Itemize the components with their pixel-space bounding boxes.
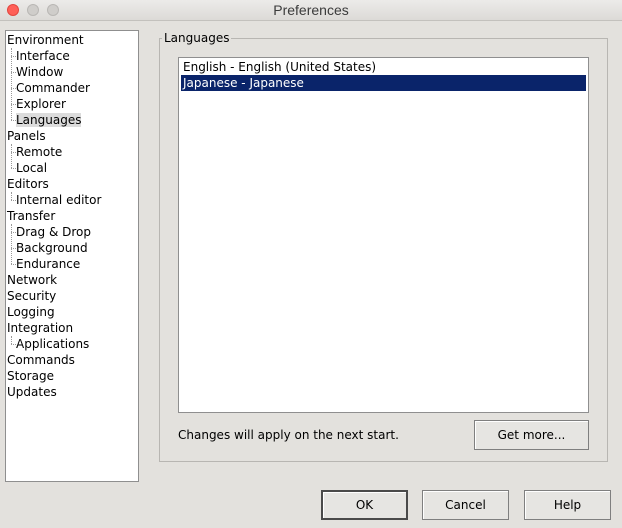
tree-item-drag-drop[interactable]: Drag & Drop	[11, 224, 91, 240]
tree-item-interface[interactable]: Interface	[11, 48, 70, 64]
tree-item-commander[interactable]: Commander	[11, 80, 90, 96]
tree-item-background[interactable]: Background	[11, 240, 88, 256]
tree-connector-tick	[11, 344, 16, 345]
tree-item-label: Environment	[7, 33, 84, 47]
tree-item-label: Security	[7, 289, 57, 303]
tree-item-label: Window	[16, 65, 64, 79]
title-bar[interactable]: Preferences	[0, 0, 622, 21]
tree-connector-line	[11, 144, 12, 168]
tree-connector-tick	[11, 200, 16, 201]
tree-item-updates[interactable]: Updates	[7, 384, 57, 400]
preferences-tree[interactable]: Environment Interface Window Commander Explo…	[5, 30, 139, 482]
tree-connector-tick	[11, 88, 16, 89]
tree-item-integration[interactable]: Integration	[7, 320, 73, 336]
tree-item-label: Transfer	[7, 209, 56, 223]
tree-connector-tick	[11, 152, 16, 153]
preferences-window: Preferences Environment Interface Window Co…	[0, 0, 622, 528]
cancel-button[interactable]: Cancel	[422, 490, 509, 520]
tree-item-explorer[interactable]: Explorer	[11, 96, 66, 112]
tree-item-label: Drag & Drop	[16, 225, 91, 239]
tree-item-label: Panels	[7, 129, 46, 143]
languages-list[interactable]: English - English (United States) Japanes…	[178, 57, 589, 413]
tree-connector-line	[11, 336, 12, 344]
tree-item-label: Commands	[7, 353, 75, 367]
tree-item-label: Commander	[16, 81, 90, 95]
tree-connector-tick	[11, 120, 16, 121]
tree-connector-tick	[11, 56, 16, 57]
tree-item-label: Editors	[7, 177, 49, 191]
tree-item-label: Logging	[7, 305, 55, 319]
tree-connector-line	[11, 192, 12, 200]
tree-item-remote[interactable]: Remote	[11, 144, 63, 160]
tree-item-label: Integration	[7, 321, 74, 335]
tree-connector-tick	[11, 168, 16, 169]
tree-item-label: Languages	[16, 113, 82, 127]
tree-item-label: Local	[16, 161, 48, 175]
languages-group-title: Languages	[162, 31, 232, 45]
tree-item-storage[interactable]: Storage	[7, 368, 54, 384]
tree-connector-tick	[11, 72, 16, 73]
tree-item-label: Endurance	[16, 257, 81, 271]
tree-item-applications[interactable]: Applications	[11, 336, 90, 352]
tree-connector-tick	[11, 104, 16, 105]
help-button[interactable]: Help	[524, 490, 611, 520]
tree-connector-tick	[11, 248, 16, 249]
get-more-button[interactable]: Get more...	[474, 420, 589, 450]
tree-item-label: Remote	[16, 145, 63, 159]
tree-connector-line	[11, 224, 12, 264]
tree-item-label: Updates	[7, 385, 57, 399]
tree-item-label: Background	[16, 241, 88, 255]
tree-item-internal-editor[interactable]: Internal editor	[11, 192, 102, 208]
tree-item-label: Storage	[7, 369, 54, 383]
tree-item-logging[interactable]: Logging	[7, 304, 55, 320]
tree-item-network[interactable]: Network	[7, 272, 57, 288]
window-title: Preferences	[273, 2, 349, 18]
tree-item-panels[interactable]: Panels	[7, 128, 46, 144]
tree-item-security[interactable]: Security	[7, 288, 56, 304]
tree-item-editors[interactable]: Editors	[7, 176, 49, 192]
language-list-item[interactable]: English - English (United States)	[181, 59, 586, 75]
tree-item-transfer[interactable]: Transfer	[7, 208, 55, 224]
tree-item-label: Applications	[16, 337, 90, 351]
tree-connector-tick	[11, 264, 16, 265]
tree-connector-tick	[11, 232, 16, 233]
tree-item-label: Interface	[16, 49, 70, 63]
tree-item-label: Internal editor	[16, 193, 102, 207]
ok-button[interactable]: OK	[321, 490, 408, 520]
language-list-item[interactable]: Japanese - Japanese	[181, 75, 586, 91]
tree-connector-line	[11, 48, 12, 120]
tree-item-window[interactable]: Window	[11, 64, 64, 80]
restart-note: Changes will apply on the next start.	[178, 428, 399, 442]
tree-item-local[interactable]: Local	[11, 160, 48, 176]
tree-item-label: Network	[7, 273, 58, 287]
tree-item-languages[interactable]: Languages	[11, 112, 82, 128]
tree-item-endurance[interactable]: Endurance	[11, 256, 81, 272]
tree-item-label: Explorer	[16, 97, 66, 111]
tree-item-environment[interactable]: Environment	[7, 32, 84, 48]
tree-item-commands[interactable]: Commands	[7, 352, 75, 368]
